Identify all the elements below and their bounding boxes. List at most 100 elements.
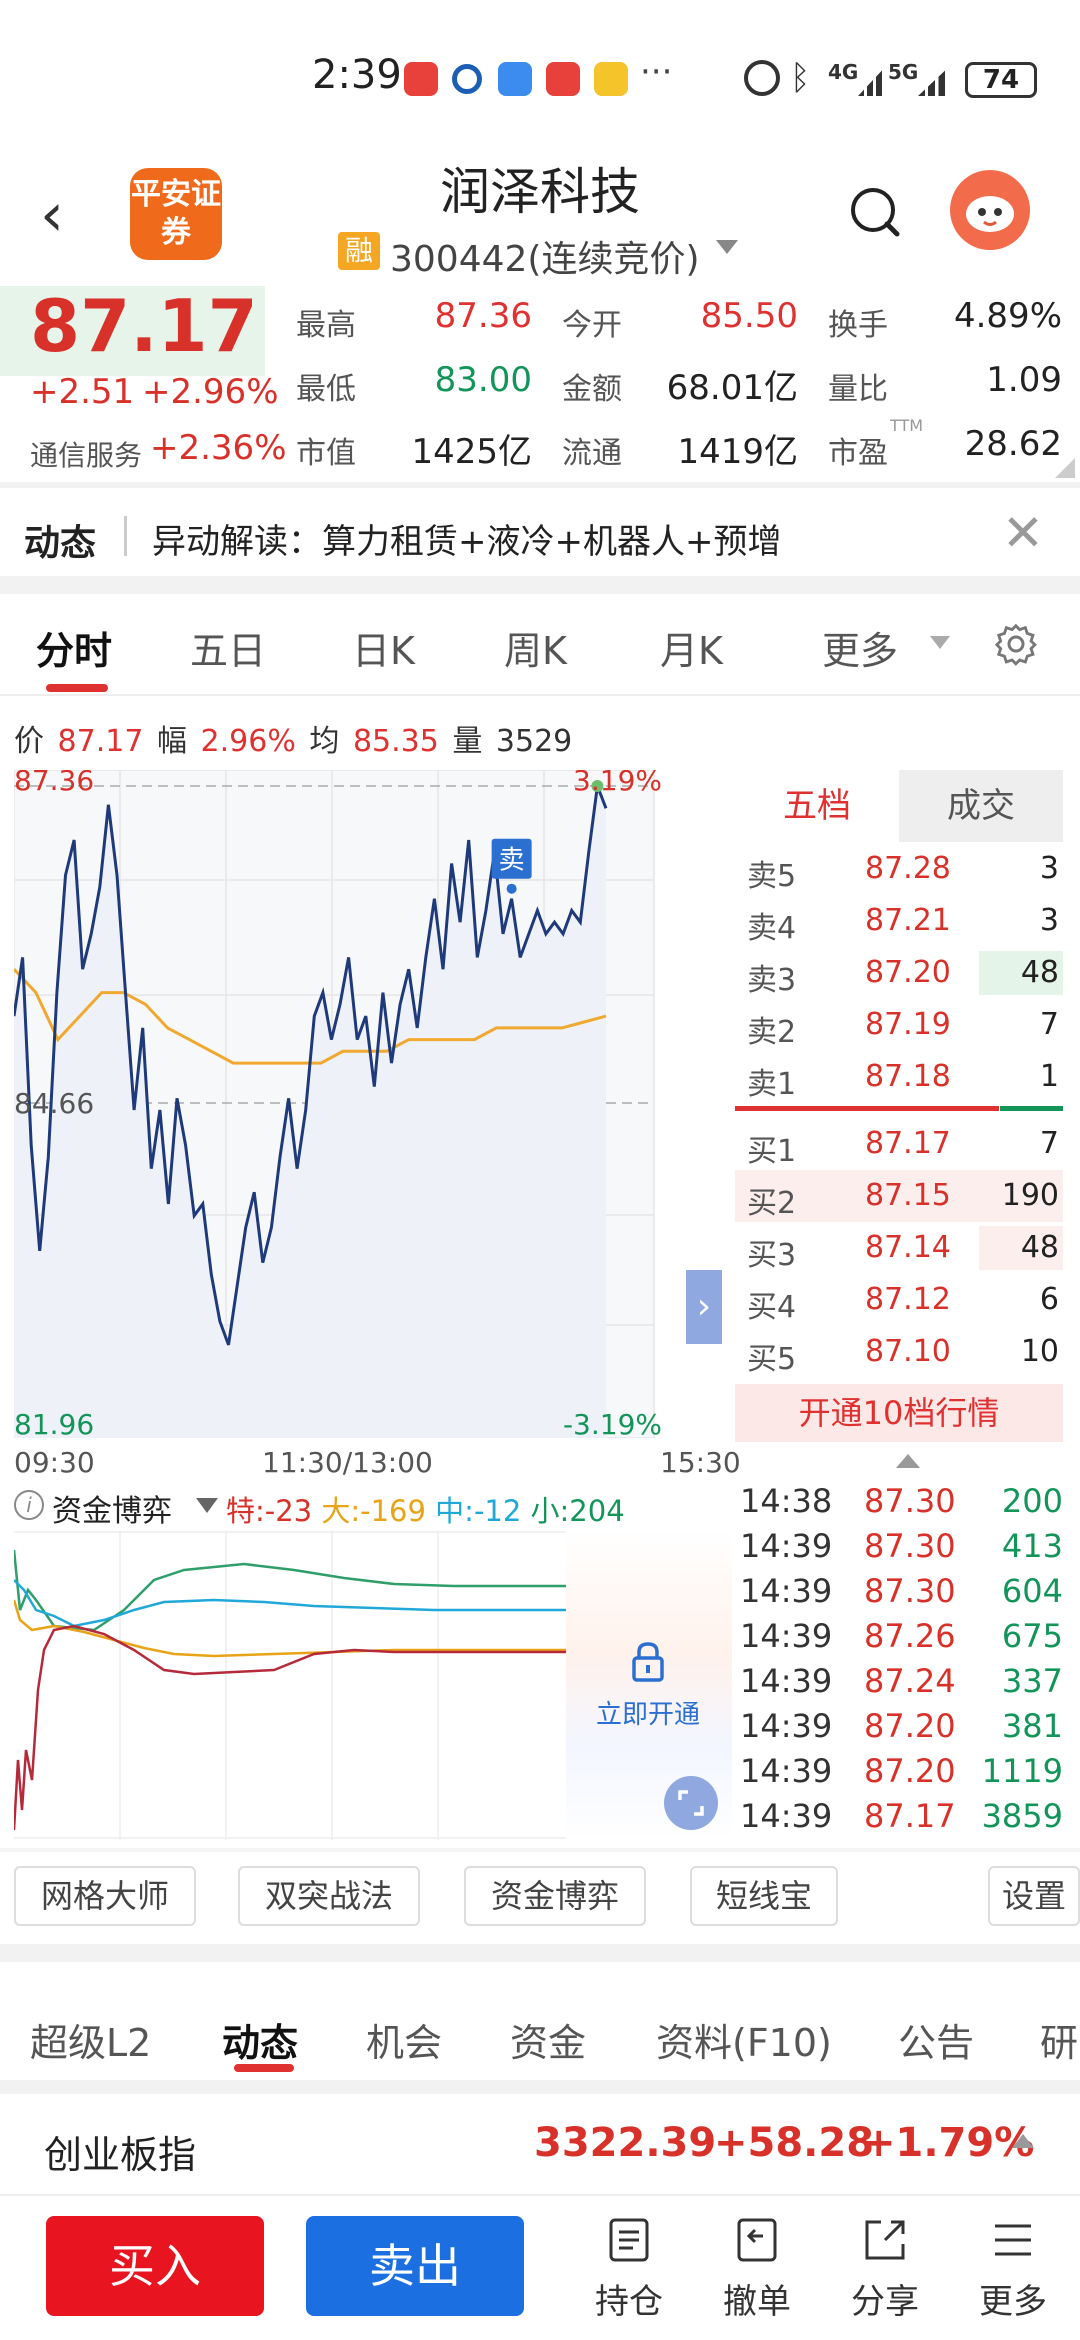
capital-game-button[interactable]: 资金博弈 xyxy=(464,1866,646,1926)
tab-research[interactable]: 研 xyxy=(1040,2012,1078,2067)
pe-value: 28.62 xyxy=(964,424,1062,464)
tab-monthly-k[interactable]: 月K xyxy=(660,620,723,675)
tick-volume: 413 xyxy=(1001,1527,1063,1565)
tick-row: 14:39 87.26 675 xyxy=(740,1617,1063,1662)
y-tick-label: 84.66 xyxy=(14,1087,94,1120)
tick-price: 87.24 xyxy=(864,1662,956,1700)
divider xyxy=(0,576,1080,594)
tick-price: 87.20 xyxy=(864,1752,956,1790)
ask-label: 卖3 xyxy=(747,963,797,998)
divider xyxy=(124,516,127,556)
tab-weekly-k[interactable]: 周K xyxy=(504,620,567,675)
news-tag: 动态 xyxy=(24,523,97,564)
expand-panel-button[interactable]: › xyxy=(686,1270,722,1344)
ask-label: 卖5 xyxy=(747,859,797,894)
signal-5g-label: 5G xyxy=(888,60,919,84)
tick-time: 14:39 xyxy=(740,1707,833,1745)
grid-master-button[interactable]: 网格大师 xyxy=(14,1866,196,1926)
y-tick-label: 3.19% xyxy=(573,770,662,797)
index-name[interactable]: 创业板指 xyxy=(44,2124,196,2179)
price-value: 87.17 xyxy=(57,724,144,759)
fullscreen-icon[interactable] xyxy=(664,1776,718,1830)
tick-time: 14:38 xyxy=(740,1482,833,1520)
intraday-chart[interactable]: 卖 87.36 84.66 81.96 3.19% -3.19% xyxy=(14,770,666,1438)
cancel-order-button[interactable]: 撤单 xyxy=(712,2214,802,2323)
holdings-button[interactable]: 持仓 xyxy=(584,2214,674,2323)
short-term-button[interactable]: 短线宝 xyxy=(690,1866,838,1926)
divider xyxy=(0,1848,1080,1852)
caret-up-icon[interactable] xyxy=(896,1454,920,1468)
caret-down-icon[interactable] xyxy=(716,240,738,254)
index-change: +58.28 xyxy=(714,2120,875,2166)
mail-app-icon xyxy=(594,62,628,96)
tick-time: 14:39 xyxy=(740,1752,833,1790)
back-button[interactable]: ‹ xyxy=(40,180,100,250)
share-button[interactable]: 分享 xyxy=(840,2214,930,2323)
sell-marker-label: 卖 xyxy=(499,846,525,876)
tick-price: 87.30 xyxy=(864,1572,956,1610)
tick-row: 14:38 87.30 200 xyxy=(740,1482,1063,1527)
amplitude-value: 2.96% xyxy=(200,724,296,759)
tab-more[interactable]: 更多 xyxy=(822,620,898,675)
tab-f10[interactable]: 资料(F10) xyxy=(656,2012,832,2067)
tab-five-day[interactable]: 五日 xyxy=(190,620,266,675)
sector-change[interactable]: +2.36% xyxy=(150,428,287,468)
close-icon[interactable]: ✕ xyxy=(1002,504,1044,562)
bid-price: 87.17 xyxy=(865,1126,951,1161)
tab-intraday[interactable]: 分时 xyxy=(36,620,112,675)
bid-label: 买3 xyxy=(747,1238,797,1273)
tab-announcements[interactable]: 公告 xyxy=(898,2012,974,2067)
tab-daily-k[interactable]: 日K xyxy=(352,620,415,675)
ask-price: 87.19 xyxy=(865,1007,951,1042)
caret-up-icon[interactable] xyxy=(1012,2134,1034,2148)
info-icon[interactable]: i xyxy=(14,1490,44,1520)
more-button[interactable]: 更多 xyxy=(968,2214,1058,2323)
expand-corner-icon[interactable] xyxy=(1055,458,1075,478)
tick-volume: 675 xyxy=(1001,1617,1063,1655)
average-value: 85.35 xyxy=(352,724,439,759)
tick-time: 14:39 xyxy=(740,1797,833,1835)
news-headline[interactable]: 异动解读：算力租赁+液冷+机器人+预增 xyxy=(152,514,781,563)
ask-volume: 7 xyxy=(1039,1007,1059,1042)
cancel-order-label: 撤单 xyxy=(723,2282,791,2322)
y-tick-label: -3.19% xyxy=(563,1408,662,1438)
y-tick-label: 87.36 xyxy=(14,770,94,797)
gear-icon[interactable] xyxy=(994,622,1038,666)
tick-volume: 3859 xyxy=(981,1797,1063,1835)
tab-super-l2[interactable]: 超级L2 xyxy=(30,2012,151,2067)
tick-volume: 604 xyxy=(1001,1572,1063,1610)
bid-price: 87.15 xyxy=(865,1178,951,1213)
sell-marker-dot xyxy=(506,883,517,894)
holdings-icon xyxy=(609,2218,649,2262)
ask-row: 卖4 87.21 3 xyxy=(735,895,1063,947)
tab-five-levels[interactable]: 五档 xyxy=(735,770,899,842)
more-notifications-icon: ··· xyxy=(640,52,673,92)
stock-code[interactable]: 300442(连续竞价) xyxy=(390,230,700,282)
chat-app-icon xyxy=(498,62,532,96)
sector-label[interactable]: 通信服务 xyxy=(30,434,142,474)
buy-button[interactable]: 买入 xyxy=(46,2216,264,2316)
ask-label: 卖1 xyxy=(747,1067,797,1102)
bid-label: 买5 xyxy=(747,1342,797,1377)
bid-volume: 48 xyxy=(1020,1230,1059,1265)
tab-trades[interactable]: 成交 xyxy=(899,770,1063,842)
upgrade-level2-button[interactable]: 开通10档行情 xyxy=(735,1384,1063,1442)
ask-price: 87.18 xyxy=(865,1059,951,1094)
bid-label: 买1 xyxy=(747,1134,797,1169)
indicator-selector[interactable]: 资金博弈 xyxy=(52,1486,172,1530)
tab-capital[interactable]: 资金 xyxy=(510,2012,586,2067)
double-breakout-button[interactable]: 双突战法 xyxy=(238,1866,420,1926)
assistant-avatar[interactable] xyxy=(950,170,1030,250)
settings-button[interactable]: 设置 xyxy=(988,1866,1080,1926)
caret-down-icon[interactable] xyxy=(930,636,950,649)
tick-row: 14:39 87.17 3859 xyxy=(740,1797,1063,1842)
tab-opportunity[interactable]: 机会 xyxy=(366,2012,442,2067)
tab-news[interactable]: 动态 xyxy=(222,2012,298,2067)
search-icon[interactable] xyxy=(845,182,905,242)
caret-down-icon[interactable] xyxy=(196,1498,218,1513)
unlock-link[interactable]: 立即开通 xyxy=(596,1694,700,1731)
sell-button[interactable]: 卖出 xyxy=(306,2216,524,2316)
small-value: 小:204 xyxy=(530,1494,625,1528)
bid-volume: 6 xyxy=(1039,1282,1059,1317)
bid-label: 买2 xyxy=(747,1186,797,1221)
